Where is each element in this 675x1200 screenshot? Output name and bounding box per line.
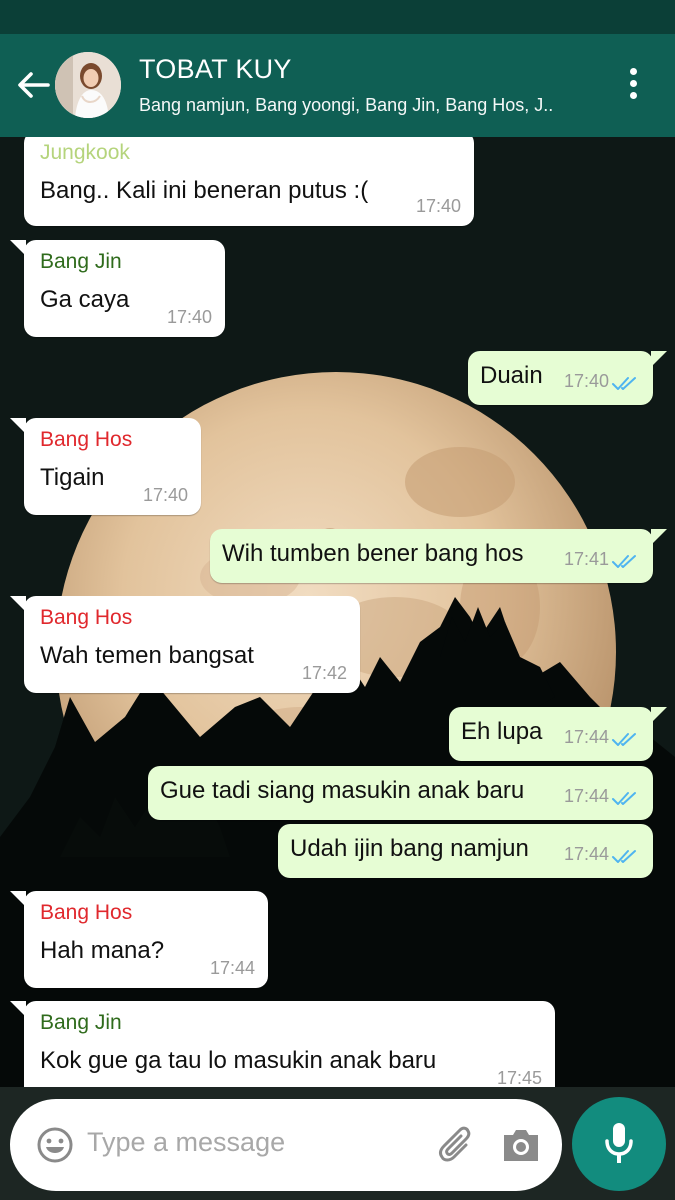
message-time: 17:40	[563, 371, 609, 391]
message-bubble-outgoing[interactable]: Wih tumben bener bang hos 17:41	[210, 529, 667, 583]
message-text: Bang.. Kali ini beneran putus :(	[40, 177, 369, 204]
message-bubble-outgoing[interactable]: Duain 17:40	[468, 351, 667, 405]
message-bubble-incoming[interactable]: Bang Hos Hah mana? 17:44	[10, 891, 268, 988]
message-time: 17:44	[563, 727, 609, 747]
back-arrow-icon[interactable]	[14, 66, 52, 104]
sender-name: Bang Jin	[40, 250, 122, 273]
message-bubble-outgoing[interactable]: Gue tadi siang masukin anak baru 17:44	[148, 766, 653, 820]
message-time: 17:40	[166, 307, 212, 327]
message-text: Duain	[480, 362, 543, 389]
camera-icon[interactable]	[500, 1125, 542, 1165]
message-input[interactable]: Type a message	[10, 1099, 562, 1191]
double-check-icon	[612, 850, 636, 863]
message-time: 17:44	[209, 958, 255, 978]
chat-header: TOBAT KUY Bang namjun, Bang yoongi, Bang…	[0, 34, 675, 137]
message-text: Kok gue ga tau lo masukin anak baru	[40, 1047, 437, 1074]
message-time: 17:44	[563, 844, 609, 864]
message-time: 17:45	[496, 1068, 542, 1087]
sender-name: Bang Hos	[40, 606, 133, 629]
emoji-icon[interactable]	[36, 1126, 74, 1164]
sender-name: Jungkook	[40, 141, 130, 164]
message-time: 17:40	[142, 485, 188, 505]
message-time: 17:44	[563, 786, 609, 806]
message-text: Udah ijin bang namjun	[290, 835, 529, 862]
message-text: Gue tadi siang masukin anak baru	[160, 777, 525, 804]
status-bar	[0, 0, 675, 34]
message-bubble-incoming[interactable]: Jungkook Bang.. Kali ini beneran putus :…	[24, 137, 474, 226]
mic-button[interactable]	[572, 1097, 666, 1191]
message-time: 17:41	[563, 549, 609, 569]
message-text: Wih tumben bener bang hos	[222, 540, 524, 567]
sender-name: Bang Jin	[40, 1011, 122, 1034]
message-bubble-outgoing[interactable]: Eh lupa 17:44	[449, 707, 667, 761]
chat-participants[interactable]: Bang namjun, Bang yoongi, Bang Jin, Bang…	[139, 95, 553, 116]
group-avatar[interactable]	[55, 52, 121, 118]
double-check-icon	[612, 555, 636, 568]
message-time: 17:40	[415, 196, 461, 216]
message-bubble-incoming[interactable]: Bang Hos Tigain 17:40	[10, 418, 201, 515]
message-text: Wah temen bangsat	[40, 642, 254, 669]
double-check-icon	[612, 792, 636, 805]
message-text: Eh lupa	[461, 718, 543, 745]
message-text: Ga caya	[40, 286, 130, 313]
message-bubble-incoming[interactable]: Bang Jin Kok gue ga tau lo masukin anak …	[10, 1001, 555, 1087]
message-bubble-incoming[interactable]: Bang Hos Wah temen bangsat 17:42	[10, 596, 360, 693]
input-bar: Type a message	[0, 1087, 675, 1200]
chat-area[interactable]: Jungkook Bang.. Kali ini beneran putus :…	[0, 137, 675, 1087]
message-bubble-incoming[interactable]: Bang Jin Ga caya 17:40	[10, 240, 225, 337]
sender-name: Bang Hos	[40, 901, 133, 924]
message-text: Tigain	[40, 464, 105, 491]
double-check-icon	[612, 733, 636, 746]
attach-icon[interactable]	[436, 1124, 478, 1166]
mic-icon	[605, 1123, 633, 1163]
message-text: Hah mana?	[40, 937, 165, 964]
message-bubble-outgoing[interactable]: Udah ijin bang namjun 17:44	[278, 824, 653, 878]
double-check-icon	[612, 377, 636, 390]
message-time: 17:42	[301, 663, 347, 683]
message-input-placeholder[interactable]: Type a message	[87, 1127, 285, 1158]
chat-title[interactable]: TOBAT KUY	[139, 54, 292, 85]
kebab-menu-icon[interactable]	[620, 68, 646, 104]
sender-name: Bang Hos	[40, 428, 133, 451]
